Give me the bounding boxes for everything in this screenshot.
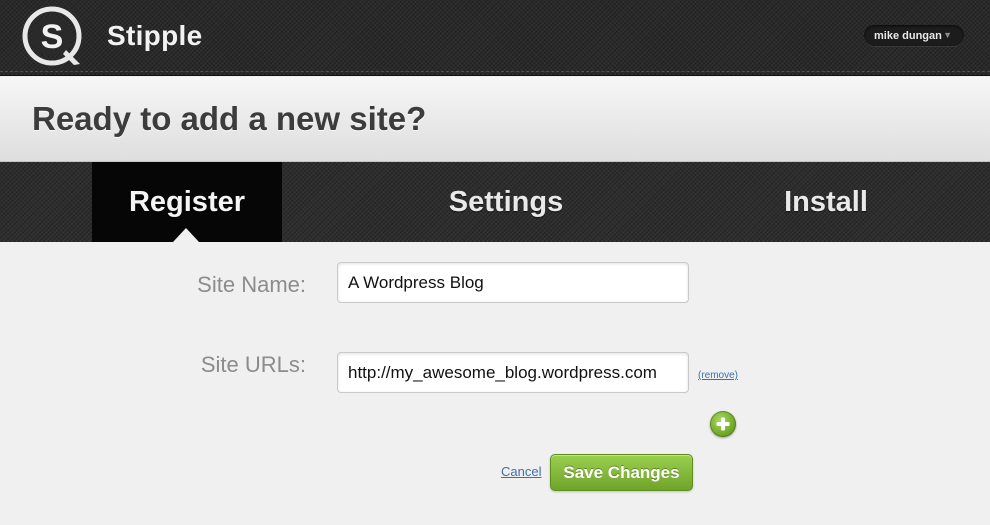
page-title: Ready to add a new site? bbox=[32, 100, 427, 137]
remove-url-link[interactable]: (remove) bbox=[698, 370, 738, 381]
top-bar: S Stipple mike dungan ▼ bbox=[0, 0, 990, 76]
active-tab-pointer bbox=[173, 228, 199, 242]
tab-settings[interactable]: Settings bbox=[406, 162, 606, 242]
plus-circle-icon bbox=[716, 417, 730, 431]
page-header: Ready to add a new site? bbox=[0, 77, 990, 162]
app-name: Stipple bbox=[107, 20, 203, 51]
user-menu[interactable]: mike dungan ▼ bbox=[864, 25, 964, 46]
site-name-label: Site Name: bbox=[197, 272, 306, 297]
stipple-logo-icon[interactable]: S bbox=[22, 4, 86, 68]
site-url-input[interactable] bbox=[337, 352, 689, 393]
step-tabs: Register Settings Install bbox=[0, 162, 990, 242]
caret-down-icon: ▼ bbox=[943, 30, 952, 40]
tab-install[interactable]: Install bbox=[726, 162, 926, 242]
svg-text:S: S bbox=[41, 18, 64, 56]
site-urls-label: Site URLs: bbox=[200, 352, 306, 377]
cancel-link[interactable]: Cancel bbox=[501, 464, 541, 479]
user-name: mike dungan bbox=[874, 29, 942, 42]
save-changes-button[interactable]: Save Changes bbox=[550, 454, 693, 491]
add-url-button[interactable] bbox=[710, 411, 736, 437]
site-name-input[interactable] bbox=[337, 262, 689, 303]
